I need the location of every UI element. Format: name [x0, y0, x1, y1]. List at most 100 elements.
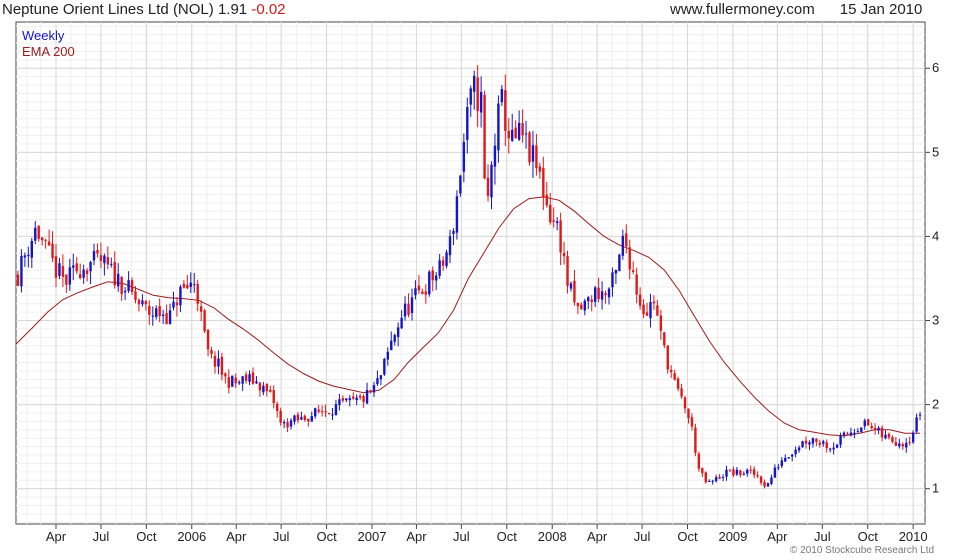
x-tick-label: Oct: [497, 529, 518, 544]
candle-body: [849, 432, 853, 436]
candle-body: [224, 373, 227, 377]
candle-body: [542, 167, 545, 198]
candle-body: [631, 270, 635, 272]
candle-body: [334, 404, 338, 416]
candle-body: [265, 384, 269, 392]
candle-body: [75, 263, 78, 272]
candle-body: [251, 372, 255, 384]
candle-body: [697, 453, 701, 469]
candle-body: [130, 280, 134, 292]
candle-body: [400, 317, 403, 329]
candle-body: [396, 327, 400, 338]
legend-ema: EMA 200: [22, 44, 75, 59]
candle-body: [345, 398, 348, 401]
candle-body: [486, 177, 490, 197]
candle-body: [493, 145, 497, 167]
candle-body: [317, 409, 320, 412]
candle-body: [818, 442, 822, 445]
y-tick-label: 2: [932, 397, 939, 412]
candle-body: [708, 480, 711, 482]
candle-body: [206, 329, 210, 350]
candle-body: [172, 301, 175, 308]
candle-body: [714, 477, 718, 482]
candle-body: [61, 266, 65, 277]
candle-body: [607, 288, 611, 298]
candle-body: [262, 385, 265, 393]
candle-body: [123, 290, 127, 293]
candle-body: [538, 166, 542, 172]
x-tick-label: Apr: [587, 529, 608, 544]
candle-body: [144, 301, 148, 305]
candle-body: [85, 270, 89, 275]
candle-body: [773, 467, 777, 478]
candle-body: [711, 480, 714, 482]
candle-body: [341, 398, 345, 401]
x-tick-label: Apr: [406, 529, 427, 544]
candle-body: [742, 473, 745, 475]
candle-body: [282, 422, 286, 424]
candle-body: [65, 274, 68, 285]
candle-body: [621, 235, 625, 256]
candle-body: [507, 130, 510, 139]
candle-body: [559, 220, 562, 253]
candle-body: [37, 225, 40, 239]
candle-body: [303, 415, 307, 421]
candle-body: [352, 396, 355, 399]
x-tick-label: Apr: [767, 529, 788, 544]
candle-body: [417, 285, 421, 291]
candle-body: [410, 297, 414, 313]
candle-body: [186, 284, 189, 289]
candle-body: [421, 291, 424, 295]
candle-body: [822, 441, 825, 444]
candle-body: [880, 427, 884, 438]
candle-body: [604, 293, 607, 296]
candle-body: [82, 269, 85, 278]
candle-body: [369, 390, 372, 393]
candle-body: [815, 438, 818, 442]
y-tick-label: 3: [932, 313, 939, 328]
candle-body: [459, 175, 462, 194]
candle-body: [189, 282, 192, 287]
candle-body: [434, 275, 438, 281]
candle-body: [196, 283, 199, 304]
candle-body: [54, 256, 58, 278]
candle-body: [683, 397, 687, 409]
candle-body: [846, 433, 849, 435]
candle-body: [545, 194, 548, 206]
candle-body: [155, 308, 158, 317]
candle-body: [376, 378, 379, 385]
candle-body: [438, 260, 441, 276]
candle-body: [476, 77, 479, 112]
x-tick-label: 2009: [718, 529, 747, 544]
candle-body: [611, 272, 614, 288]
y-tick-label: 1: [932, 481, 939, 496]
candle-body: [877, 427, 880, 431]
candle-body: [179, 286, 182, 306]
candle-body: [414, 288, 417, 296]
candle-body: [583, 300, 587, 311]
candle-body: [894, 442, 898, 446]
candle-body: [794, 449, 797, 455]
candle-body: [638, 294, 642, 306]
candle-body: [694, 427, 697, 453]
candle-body: [327, 412, 331, 415]
candle-body: [555, 221, 559, 224]
y-tick-label: 5: [932, 144, 939, 159]
candle-body: [331, 414, 334, 416]
x-tick-label: 2008: [538, 529, 567, 544]
candle-body: [89, 262, 92, 272]
candle-body: [27, 254, 30, 257]
candle-body: [635, 274, 638, 295]
candle-body: [517, 122, 521, 140]
candle-body: [918, 414, 922, 416]
candle-body: [407, 303, 410, 315]
candle-body: [220, 356, 224, 375]
candle-body: [860, 427, 863, 432]
candle-body: [72, 265, 75, 268]
candle-body: [117, 273, 120, 287]
candle-body: [497, 103, 500, 151]
candle-body: [573, 280, 576, 303]
x-tick-label: 2006: [177, 529, 206, 544]
candle-body: [911, 432, 915, 443]
candle-body: [431, 270, 434, 281]
